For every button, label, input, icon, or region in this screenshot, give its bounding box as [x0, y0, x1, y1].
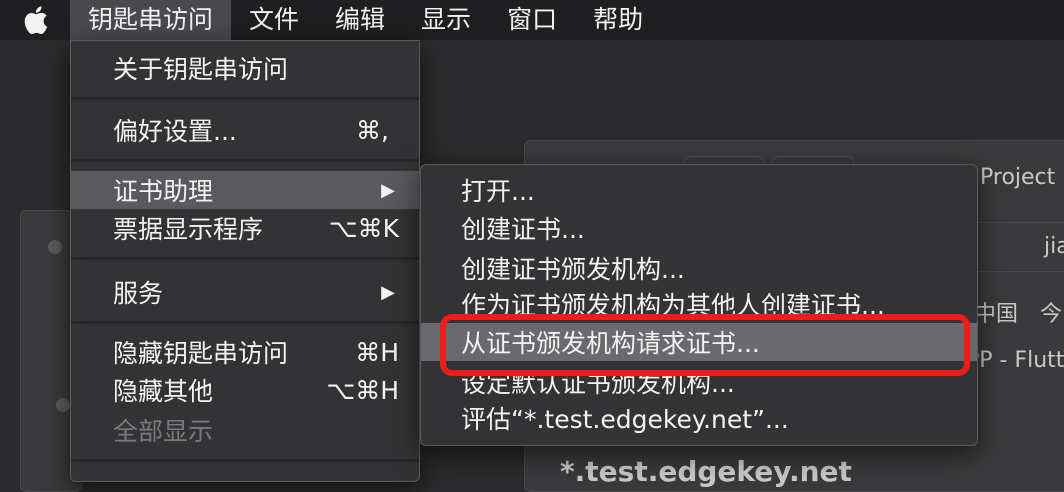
- menu-item-label: 关于钥匙串访问: [113, 55, 289, 84]
- menu-item-certificate-assistant[interactable]: 证书助理 ▶: [71, 171, 419, 209]
- menubar-window[interactable]: 窗口: [489, 0, 575, 40]
- menu-separator: [71, 97, 419, 100]
- annotation-highlight-box: [440, 314, 970, 376]
- menu-separator: [71, 257, 419, 260]
- submenu-item-label: 评估“*.test.edgekey.net”...: [461, 405, 789, 434]
- background-url-text: jia: [1044, 234, 1064, 259]
- submenu-item-open[interactable]: 打开...: [421, 171, 977, 209]
- submenu-item-label: 打开...: [461, 177, 535, 206]
- keychain-access-menu: 关于钥匙串访问 偏好设置... ⌘, 证书助理 ▶ 票据显示程序 ⌥⌘K 服务 …: [70, 40, 420, 482]
- menu-item-label: 隐藏钥匙串访问: [113, 339, 289, 368]
- background-project-label: Project: [980, 165, 1056, 190]
- submenu-item-label: 创建证书...: [461, 215, 585, 244]
- submenu-item-create-certificate[interactable]: 创建证书...: [421, 209, 977, 247]
- menu-item-label: 服务: [113, 279, 164, 308]
- menu-separator: [71, 159, 419, 162]
- menu-item-shortcut: ⌥⌘K: [328, 213, 399, 243]
- menu-item-label: 偏好设置...: [113, 117, 237, 146]
- submenu-arrow-icon: ▶: [381, 179, 395, 201]
- background-tab-text-2: 今: [1040, 302, 1063, 327]
- menu-item-label: 隐藏其他: [113, 377, 214, 406]
- background-window-dot: [56, 398, 70, 412]
- menubar-view[interactable]: 显示: [403, 0, 489, 40]
- menu-bar: 钥匙串访问 文件 编辑 显示 窗口 帮助: [0, 0, 1064, 40]
- menu-item-shortcut: ⌘,: [356, 115, 389, 145]
- apple-logo-icon[interactable]: [0, 0, 70, 40]
- menu-item-shortcut: ⌥⌘H: [326, 375, 399, 405]
- menu-item-ticket-viewer[interactable]: 票据显示程序 ⌥⌘K: [71, 209, 419, 247]
- menu-separator: [71, 321, 419, 324]
- menu-item-hide-keychain-access[interactable]: 隐藏钥匙串访问 ⌘H: [71, 333, 419, 371]
- menu-item-label: 证书助理: [113, 177, 214, 206]
- menubar-keychain-access[interactable]: 钥匙串访问: [70, 0, 232, 40]
- background-window-title: PP - Flutt: [966, 348, 1064, 373]
- menubar-edit[interactable]: 编辑: [317, 0, 403, 40]
- submenu-item-label: 创建证书颁发机构...: [461, 255, 685, 284]
- menubar-help[interactable]: 帮助: [575, 0, 661, 40]
- menu-item-label: 全部显示: [113, 417, 214, 446]
- submenu-arrow-icon: ▶: [381, 281, 395, 303]
- menu-item-label: 票据显示程序: [113, 215, 264, 244]
- menu-item-hide-others[interactable]: 隐藏其他 ⌥⌘H: [71, 371, 419, 409]
- menu-item-show-all: 全部显示: [71, 411, 419, 449]
- menu-item-about[interactable]: 关于钥匙串访问: [71, 49, 419, 87]
- submenu-item-evaluate[interactable]: 评估“*.test.edgekey.net”...: [421, 399, 977, 437]
- background-bottom-title: *.test.edgekey.net: [560, 455, 852, 488]
- submenu-item-create-ca[interactable]: 创建证书颁发机构...: [421, 249, 977, 287]
- menu-separator: [71, 459, 419, 462]
- menu-item-services[interactable]: 服务 ▶: [71, 273, 419, 311]
- menubar-file[interactable]: 文件: [231, 0, 317, 40]
- menu-item-shortcut: ⌘H: [355, 337, 399, 367]
- background-window-dot: [48, 240, 62, 254]
- certificate-assistant-submenu: 打开... 创建证书... 创建证书颁发机构... 作为证书颁发机构为其他人创建…: [420, 164, 978, 446]
- background-tab-text-1: 中国: [974, 302, 1019, 327]
- menu-item-preferences[interactable]: 偏好设置... ⌘,: [71, 111, 419, 149]
